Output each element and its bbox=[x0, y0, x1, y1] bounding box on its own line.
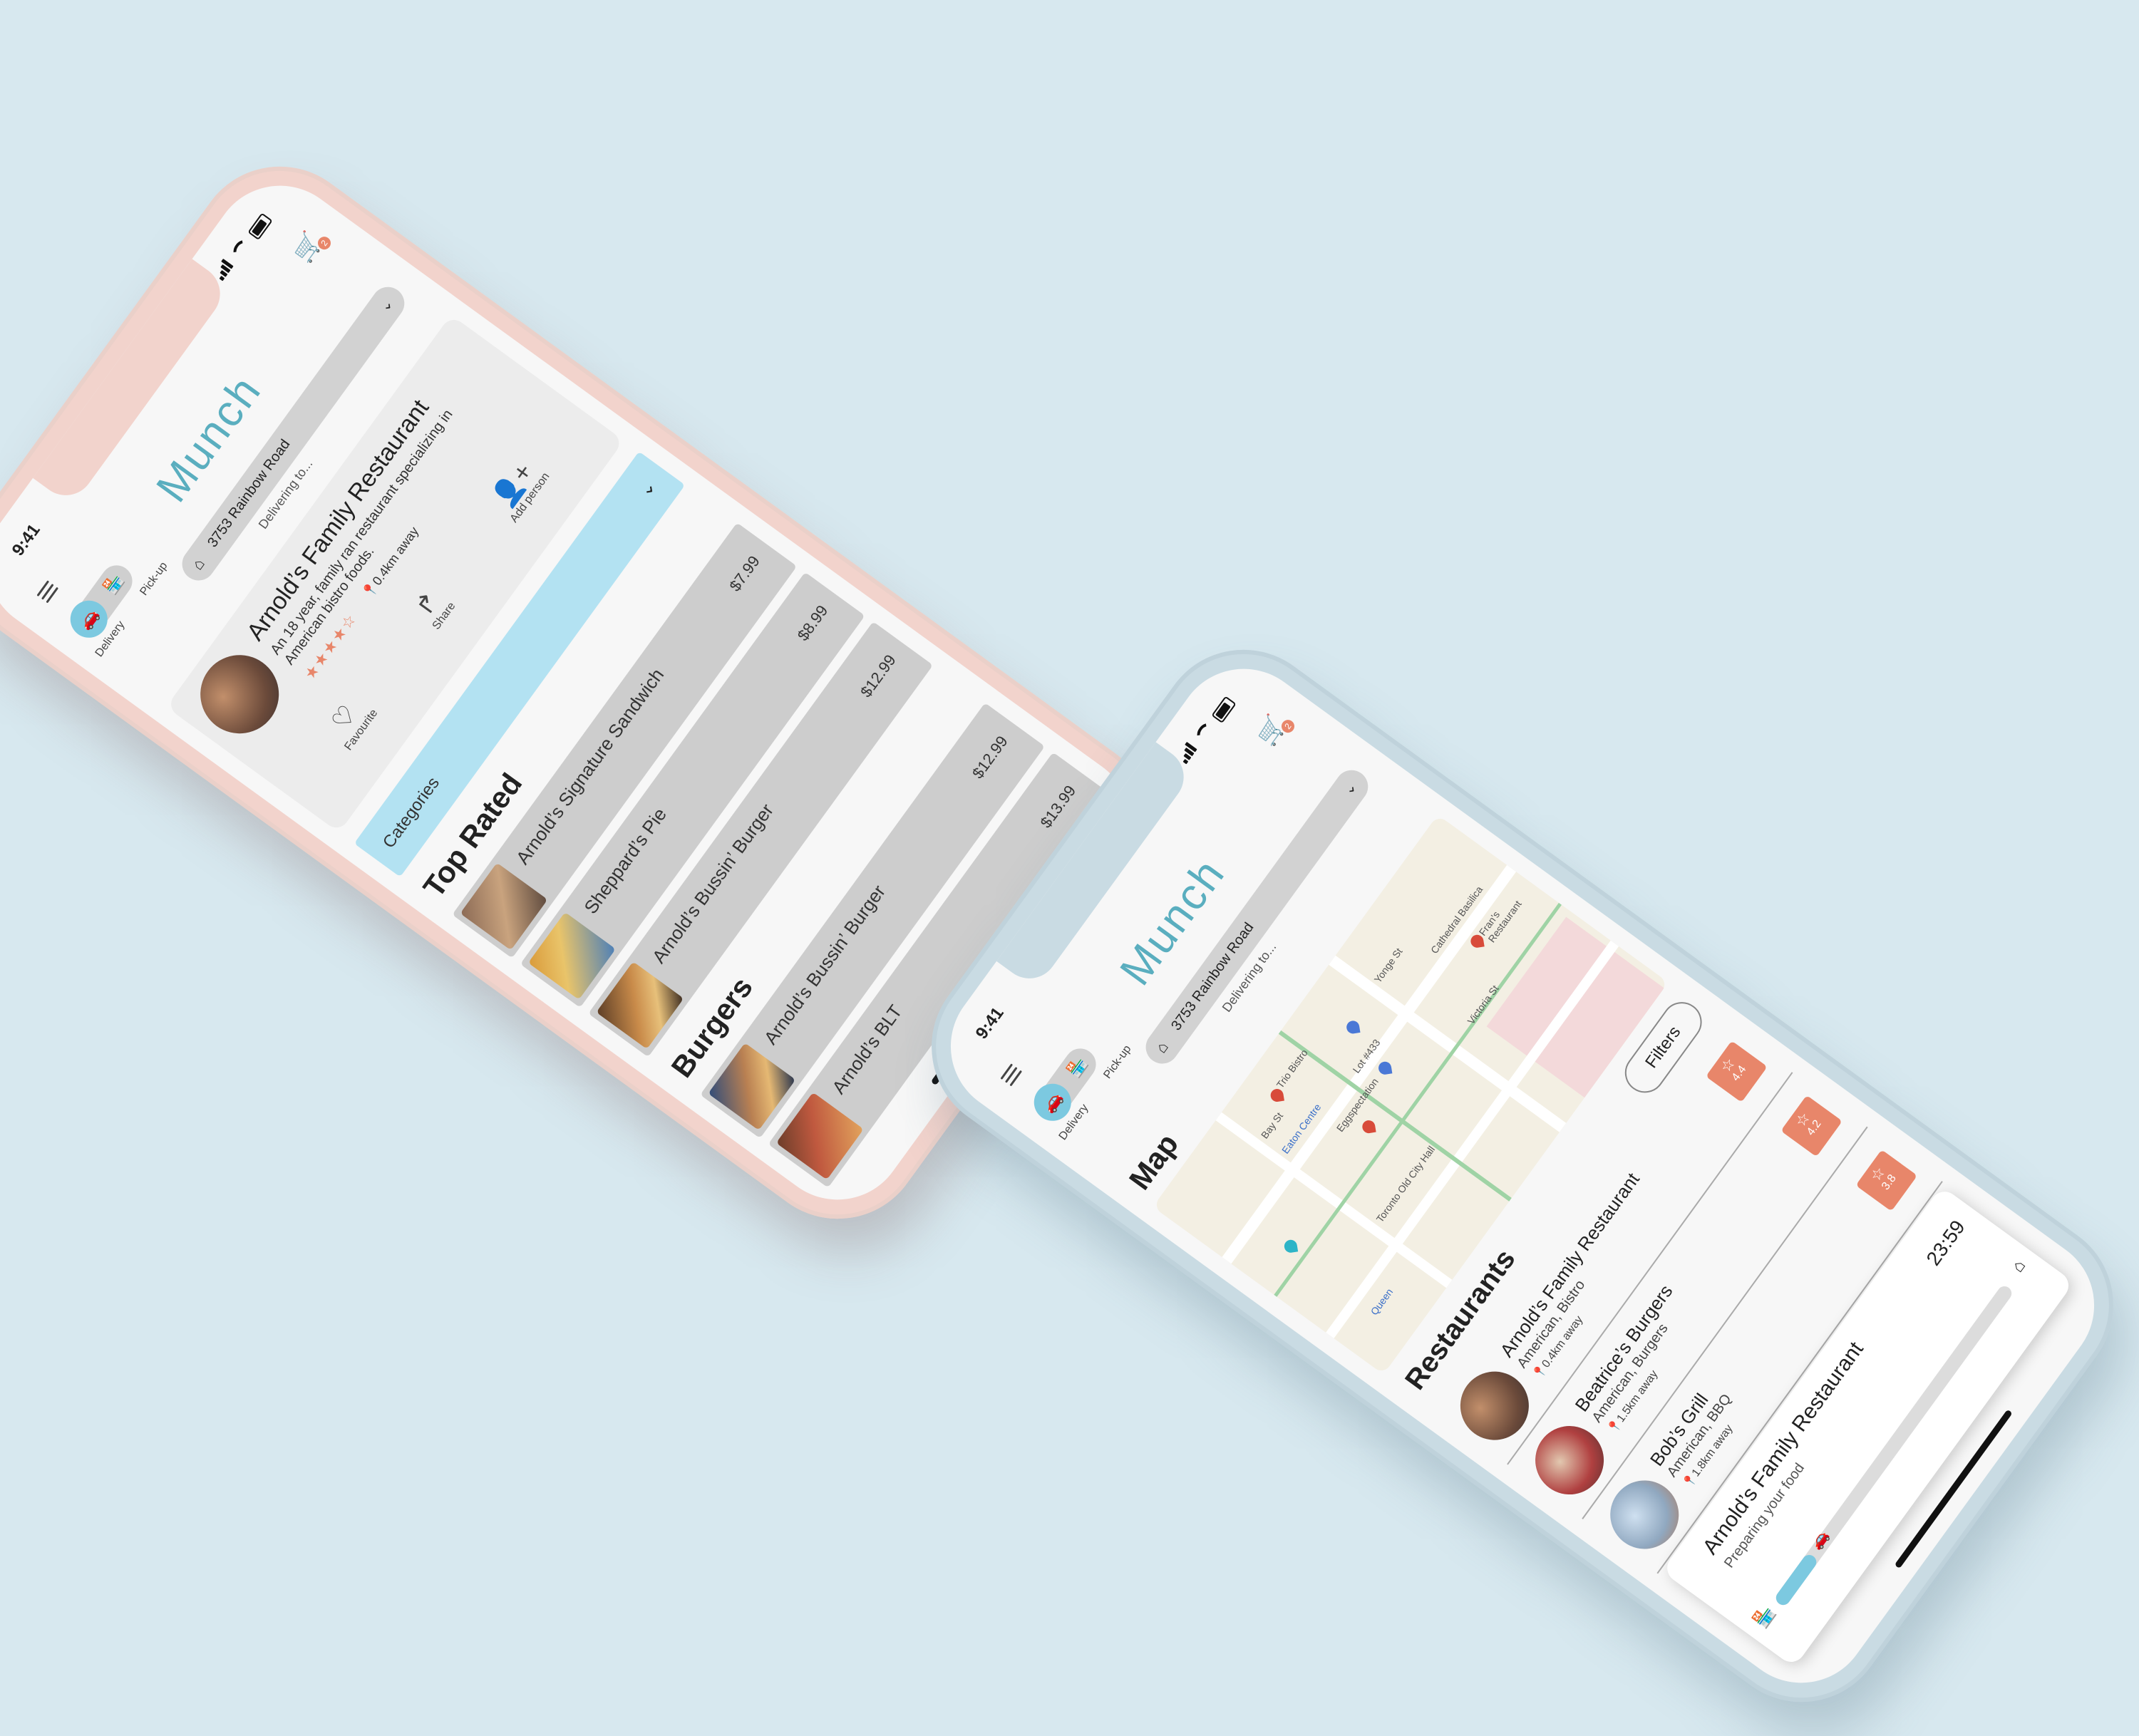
menu-item-image bbox=[596, 961, 684, 1050]
store-icon: 🏪 bbox=[1750, 1602, 1779, 1631]
menu-item-price: $12.99 bbox=[857, 651, 900, 701]
map-label: Bay St bbox=[1258, 1110, 1286, 1141]
menu-icon[interactable] bbox=[997, 1061, 1025, 1088]
menu-item-image bbox=[708, 1043, 796, 1131]
status-time: 9:41 bbox=[8, 520, 44, 560]
rating-badge: ☆ 3.8 bbox=[1855, 1149, 1918, 1211]
rating-badge: ☆ 4.2 bbox=[1780, 1095, 1842, 1157]
store-icon: 🏪 bbox=[100, 570, 127, 597]
store-icon: 🏪 bbox=[1063, 1053, 1091, 1080]
battery-icon bbox=[247, 212, 273, 241]
home-icon: ⌂ bbox=[187, 554, 209, 574]
map-label: Toronto Old City Hall bbox=[1373, 1143, 1438, 1225]
battery-icon bbox=[1211, 696, 1237, 724]
map-pin-icon[interactable] bbox=[1283, 1239, 1299, 1254]
wifi-icon bbox=[230, 237, 254, 262]
map-pin-icon[interactable] bbox=[1470, 934, 1485, 949]
map-pin-icon[interactable] bbox=[1345, 1020, 1361, 1035]
restaurant-avatar bbox=[1446, 1358, 1542, 1454]
add-person-button[interactable]: 👤+ Add person bbox=[484, 453, 553, 525]
map-road bbox=[1215, 1112, 1453, 1288]
favourite-button[interactable]: ♡ Favourite bbox=[318, 690, 381, 753]
map-pin-icon[interactable] bbox=[1361, 1119, 1376, 1135]
wifi-icon bbox=[1193, 720, 1218, 745]
menu-item-price: $7.99 bbox=[726, 552, 763, 595]
order-timer: 23:59 bbox=[1922, 1216, 1969, 1270]
rating-badge: ☆ 4.4 bbox=[1706, 1040, 1768, 1102]
restaurant-avatar bbox=[1522, 1412, 1618, 1509]
screen: 9:41 Munch 🛒 2 🚗 🏪 Delivery Pick-up ⌂ 375… bbox=[923, 641, 2122, 1710]
chevron-down-icon: ⌄ bbox=[376, 296, 397, 315]
chevron-down-icon: ⌄ bbox=[633, 475, 661, 501]
order-progress-fill bbox=[1773, 1551, 1820, 1608]
home-icon: ⌂ bbox=[2007, 1256, 2030, 1276]
menu-icon[interactable] bbox=[33, 578, 61, 605]
menu-item-image bbox=[460, 862, 548, 951]
menu-item-price: $12.99 bbox=[968, 732, 1011, 782]
home-icon: ⌂ bbox=[1151, 1038, 1172, 1057]
status-time: 9:41 bbox=[971, 1003, 1008, 1043]
map-label: Queen bbox=[1368, 1286, 1396, 1318]
map-label: Yonge St bbox=[1371, 946, 1405, 986]
categories-label: Categories bbox=[378, 773, 443, 852]
menu-item-image bbox=[527, 911, 616, 1000]
chevron-down-icon: ⌄ bbox=[1340, 779, 1361, 798]
menu-item-price: $8.99 bbox=[793, 601, 832, 644]
map-pin-icon[interactable] bbox=[1377, 1060, 1393, 1076]
map-pin-icon[interactable] bbox=[1269, 1087, 1284, 1103]
menu-item-image bbox=[775, 1092, 864, 1180]
map-label: Trio Bistro bbox=[1274, 1047, 1310, 1090]
share-button[interactable]: ↱ Share bbox=[406, 582, 459, 632]
